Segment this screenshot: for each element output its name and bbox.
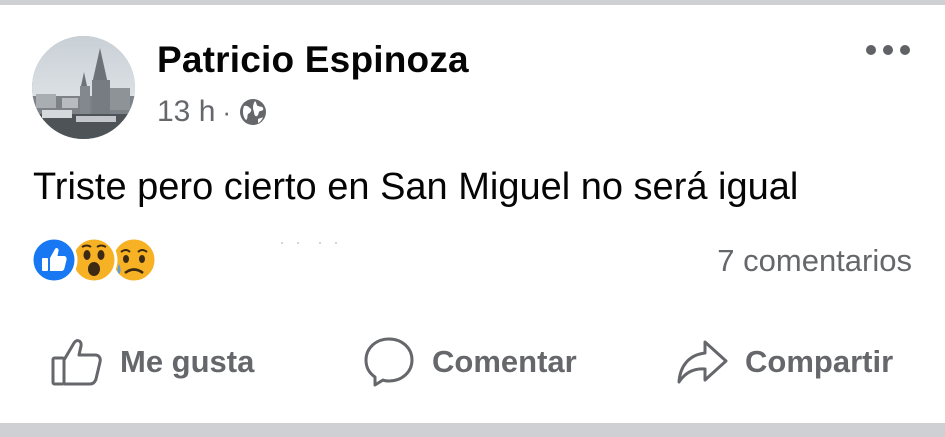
more-dot-icon [900,45,910,55]
background-specks [281,242,337,244]
share-label: Compartir [745,344,894,379]
more-dot-icon [866,45,876,55]
reactions-summary[interactable] [30,236,160,284]
avatar-image [32,36,135,139]
like-label: Me gusta [120,344,255,379]
comment-label: Comentar [432,344,577,379]
comment-bubble-icon [364,337,414,387]
top-divider [0,0,945,5]
post-time[interactable]: 13 h [157,95,215,129]
avatar[interactable] [32,36,135,139]
globe-icon[interactable] [238,97,268,127]
like-button[interactable]: Me gusta [50,330,254,394]
more-dot-icon [883,45,893,55]
post-meta: 13 h · [157,95,268,129]
post-action-bar: Me gusta Comentar Compartir [0,330,945,394]
bottom-divider [0,423,945,437]
share-arrow-icon [677,340,728,384]
post-text: Triste pero cierto en San Miguel no será… [33,166,799,208]
meta-separator: · [222,96,232,127]
comments-count-link[interactable]: 7 comentarios [717,243,912,279]
comment-button[interactable]: Comentar [362,330,577,394]
share-button[interactable]: Compartir [675,330,893,394]
more-options-button[interactable] [866,45,910,55]
like-reaction-icon [30,236,78,284]
thumbs-up-icon [51,339,102,386]
author-name[interactable]: Patricio Espinoza [157,39,469,81]
